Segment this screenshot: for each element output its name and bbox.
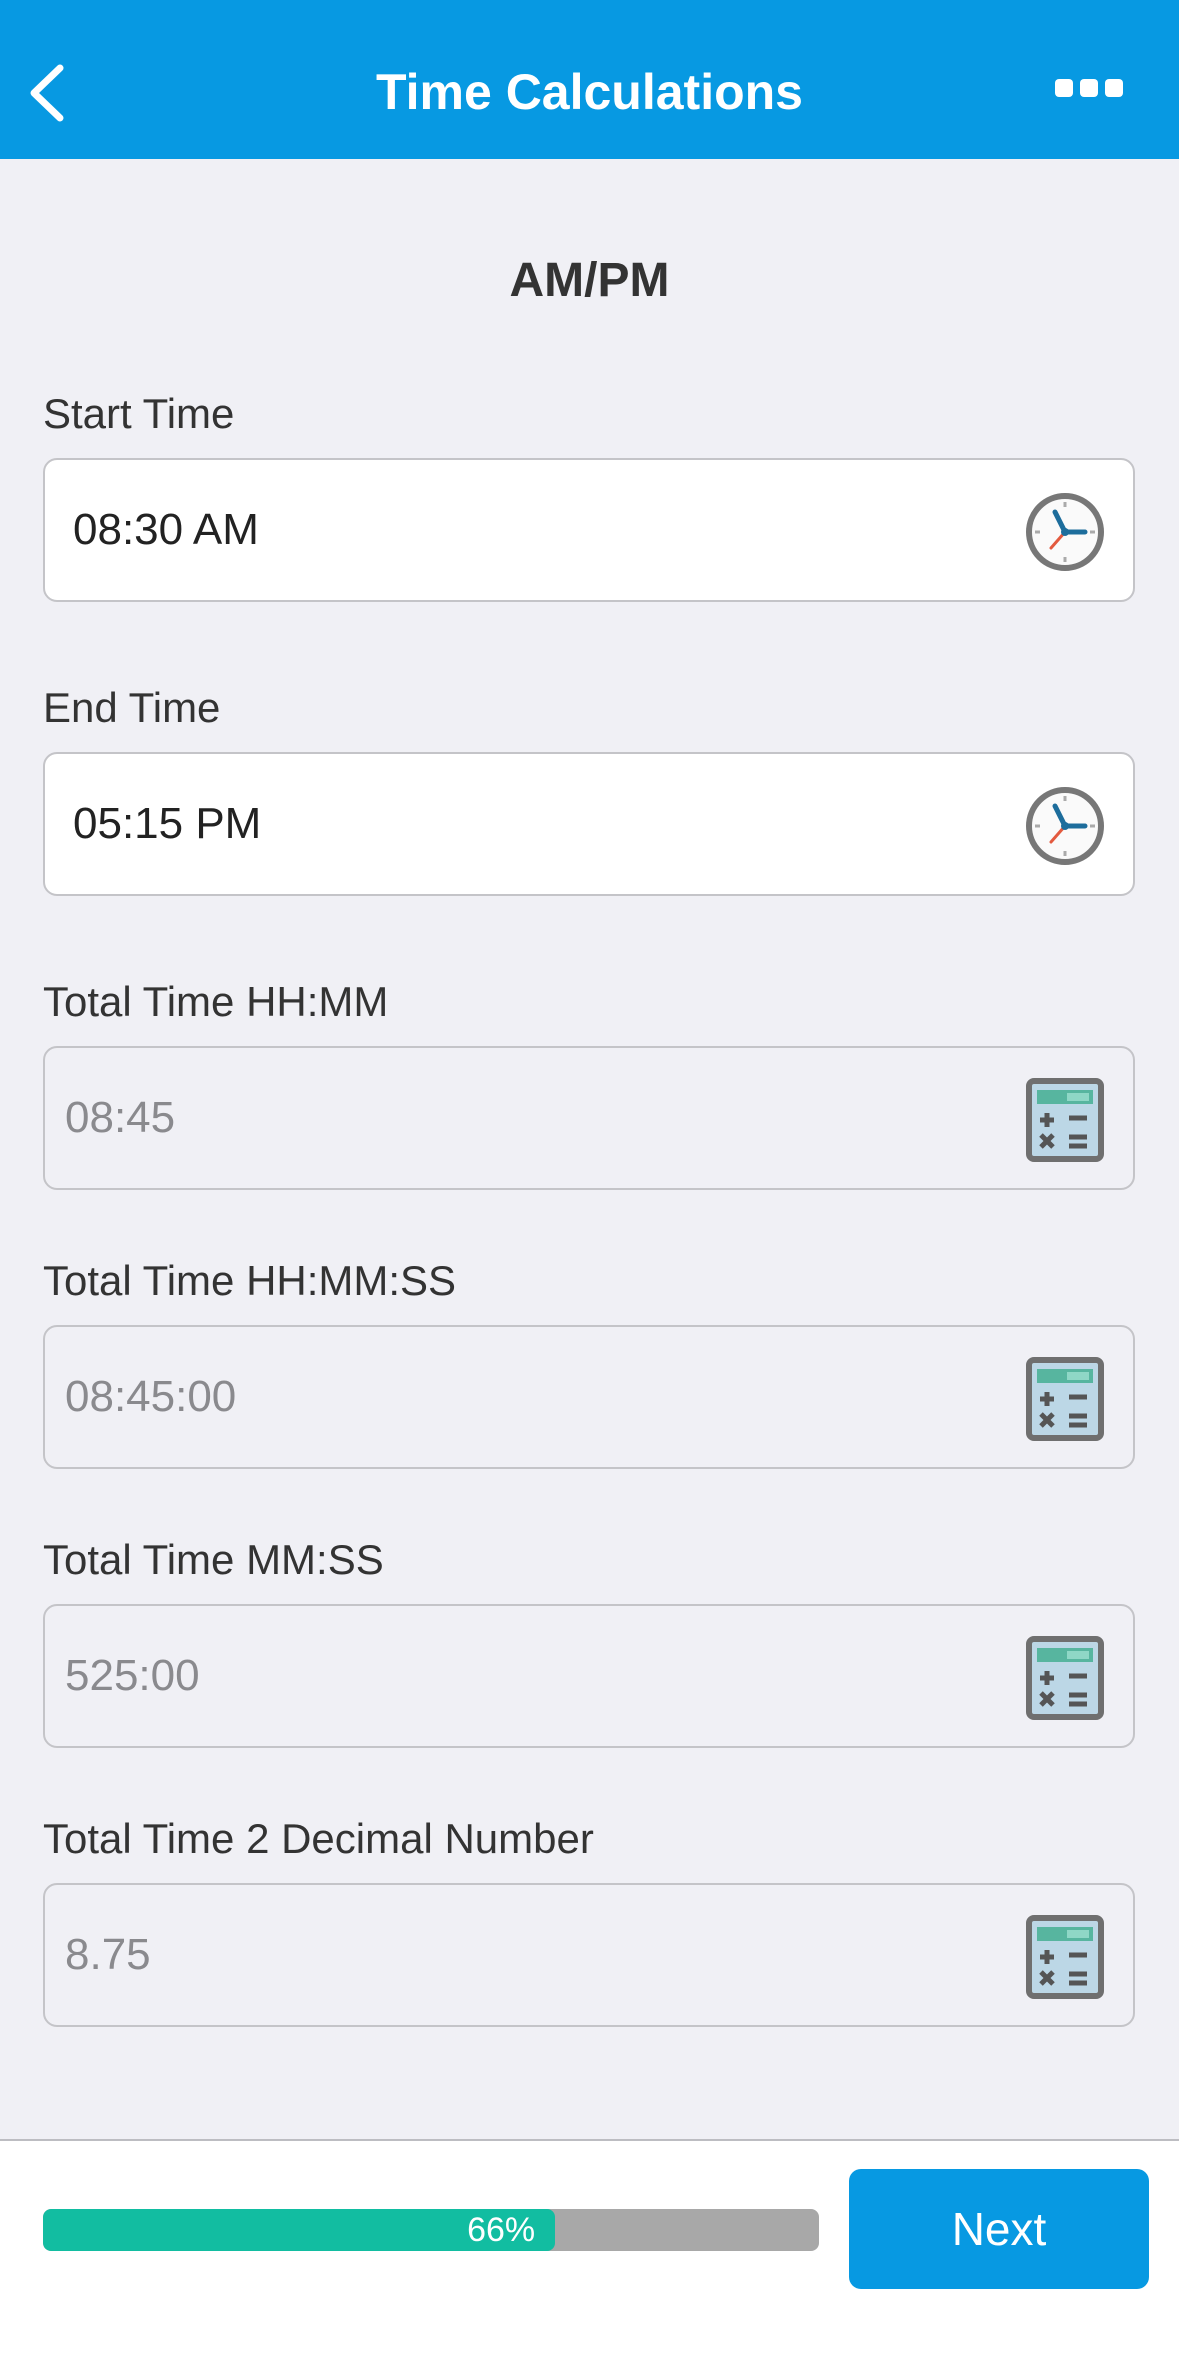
- header-bar: Time Calculations: [0, 0, 1179, 159]
- total-hhmmss-label: Total Time HH:MM:SS: [43, 1257, 457, 1304]
- next-button[interactable]: Next: [849, 2169, 1149, 2289]
- footer-bar: 66% Next: [0, 2139, 1179, 2353]
- form-content: AM/PM Start Time End Time: [0, 159, 1179, 2139]
- total-decimal-label: Total Time 2 Decimal Number: [43, 1815, 594, 1862]
- end-time-label: End Time: [43, 684, 221, 731]
- total-mmss-output: [65, 1606, 965, 1746]
- progress-bar: 66%: [43, 2209, 819, 2251]
- total-hhmmss-output: [65, 1327, 965, 1467]
- total-hhmmss-field: [43, 1325, 1135, 1469]
- total-hhmm-field: [43, 1046, 1135, 1190]
- more-dot-icon: [1055, 79, 1073, 97]
- calculator-icon[interactable]: [1023, 1078, 1107, 1162]
- end-time-input[interactable]: [73, 754, 973, 894]
- total-mmss-field: [43, 1604, 1135, 1748]
- progress-fill: 66%: [43, 2209, 556, 2251]
- more-dot-icon: [1080, 79, 1098, 97]
- total-hhmm-label: Total Time HH:MM: [43, 978, 389, 1025]
- section-title: AM/PM: [509, 254, 670, 307]
- calculator-icon[interactable]: [1023, 1915, 1107, 1999]
- progress-label: 66%: [467, 2211, 536, 2249]
- more-dot-icon: [1105, 79, 1123, 97]
- calculator-icon[interactable]: [1023, 1636, 1107, 1720]
- page-title: Time Calculations: [376, 64, 803, 120]
- more-options-button[interactable]: [1055, 70, 1123, 106]
- total-decimal-field: [43, 1883, 1135, 2027]
- total-decimal-output: [65, 1885, 965, 2025]
- clock-icon[interactable]: [1023, 784, 1107, 868]
- clock-icon[interactable]: [1023, 490, 1107, 574]
- start-time-input[interactable]: [73, 460, 973, 600]
- total-mmss-label: Total Time MM:SS: [43, 1536, 384, 1583]
- start-time-label: Start Time: [43, 390, 235, 437]
- end-time-field[interactable]: [43, 752, 1135, 896]
- calculator-icon[interactable]: [1023, 1357, 1107, 1441]
- start-time-field[interactable]: [43, 458, 1135, 602]
- total-hhmm-output: [65, 1048, 965, 1188]
